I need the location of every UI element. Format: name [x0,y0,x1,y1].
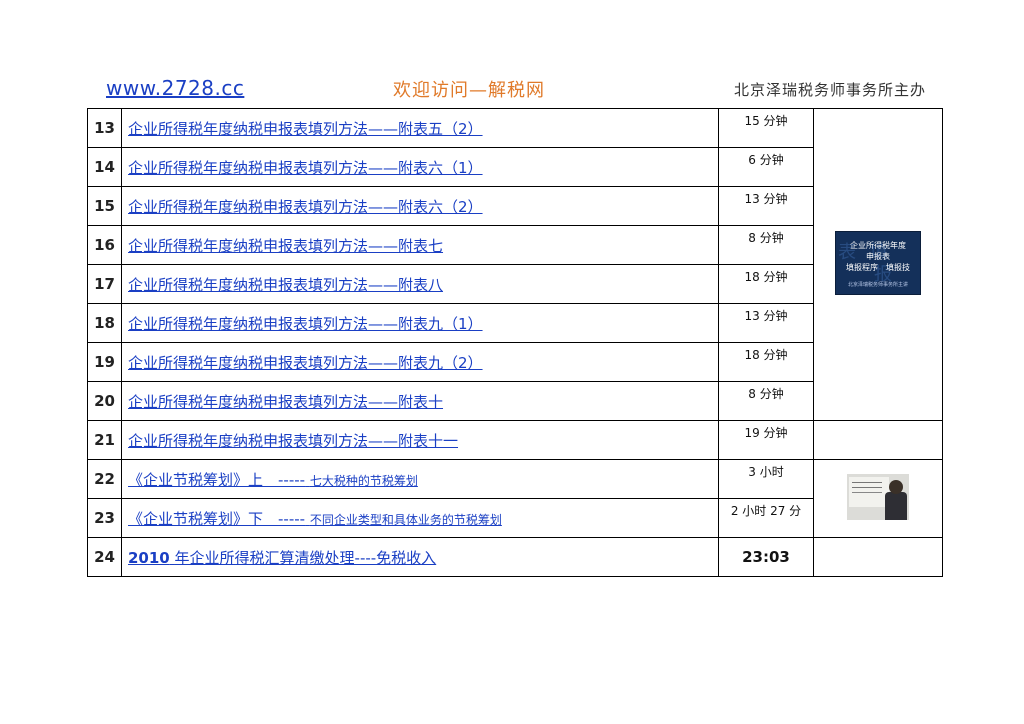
thumbnail-line: 填报程序 填报技 [846,262,910,272]
row-number: 13 [87,108,122,148]
duration: 13 分钟 [718,186,814,226]
course-link[interactable]: 企业所得税年度纳税申报表填列方法——附表六（1） [128,159,483,177]
table-row: 13 企业所得税年度纳税申报表填列方法——附表五（2） 15 分钟 表 填 报 … [87,108,943,421]
course-title-cell: 企业所得税年度纳税申报表填列方法——附表九（2） [121,342,719,382]
site-link[interactable]: www.2728.cc [106,76,244,100]
course-title-cell: 企业所得税年度纳税申报表填列方法——附表五（2） [121,108,719,148]
course-link[interactable]: 2010 年企业所得税汇算清缴处理----免税收入 [128,549,436,567]
table-row: 22 《企业节税筹划》上 ----- 七大税种的节税筹划 3 小时 [87,459,943,538]
duration: 19 分钟 [718,420,814,460]
course-title-cell: 企业所得税年度纳税申报表填列方法——附表十一 [121,420,719,460]
course-title-cell: 企业所得税年度纳税申报表填列方法——附表十 [121,381,719,421]
course-link[interactable]: 企业所得税年度纳税申报表填列方法——附表九（2） [128,354,483,372]
course-link[interactable]: 企业所得税年度纳税申报表填列方法——附表十一 [128,432,458,450]
row-number: 21 [87,420,122,460]
course-link[interactable]: 企业所得税年度纳税申报表填列方法——附表八 [128,276,443,294]
course-title-cell: 企业所得税年度纳税申报表填列方法——附表九（1） [121,303,719,343]
course-title-main: 《企业节税筹划》上 ----- [128,470,306,489]
table-row: 21 企业所得税年度纳税申报表填列方法——附表十一 19 分钟 [87,420,943,460]
course-table: 13 企业所得税年度纳税申报表填列方法——附表五（2） 15 分钟 表 填 报 … [87,108,943,577]
duration: 8 分钟 [718,381,814,421]
course-subtitle: 不同企业类型和具体业务的节税筹划 [309,512,502,527]
course-title-cell: 企业所得税年度纳税申报表填列方法——附表七 [121,225,719,265]
duration: 8 分钟 [718,225,814,265]
course-link[interactable]: 企业所得税年度纳税申报表填列方法——附表六（2） [128,198,483,216]
duration: 23:03 [718,537,814,577]
course-link[interactable]: 企业所得税年度纳税申报表填列方法——附表十 [128,393,443,411]
page-header: www.2728.cc 欢迎访问—解税网 北京泽瑞税务师事务所主办 [106,76,926,102]
row-number: 22 [87,459,122,499]
welcome-text: 欢迎访问—解税网 [393,80,545,101]
row-number: 19 [87,342,122,382]
thumbnail-line: 企业所得税年度 [850,240,906,250]
lecturer-body-shape [885,491,907,520]
course-title-cell: 《企业节税筹划》上 ----- 七大税种的节税筹划 [121,459,719,499]
thumbnail-text: 企业所得税年度 申报表 填报程序 填报技 [836,240,920,273]
course-title-rest: 年企业所得税汇算清缴处理----免税收入 [174,548,437,567]
row-number: 14 [87,147,122,187]
lecture-photo-thumbnail[interactable] [847,473,909,520]
row-number: 16 [87,225,122,265]
row-number: 15 [87,186,122,226]
host-text: 北京泽瑞税务师事务所主办 [733,81,926,99]
thumbnail-line: 申报表 [866,251,890,261]
lecturer-head-shape [889,479,903,494]
row-number: 23 [87,498,122,538]
empty-thumbnail-cell [813,537,943,577]
duration: 6 分钟 [718,147,814,187]
course-subtitle: 七大税种的节税筹划 [309,473,418,488]
course-link[interactable]: 企业所得税年度纳税申报表填列方法——附表七 [128,237,443,255]
thumbnail-cell [813,459,943,538]
row-number: 17 [87,264,122,304]
row-number: 20 [87,381,122,421]
thumbnail-caption: 北京泽瑞税务师事务所主讲 [847,281,908,288]
course-title-cell: 企业所得税年度纳税申报表填列方法——附表六（1） [121,147,719,187]
thumbnail-cell: 表 填 报 企业所得税年度 申报表 填报程序 填报技 北京泽瑞税务师事务所主讲 [813,108,943,421]
course-link[interactable]: 企业所得税年度纳税申报表填列方法——附表九（1） [128,315,483,333]
duration: 18 分钟 [718,342,814,382]
duration: 15 分钟 [718,108,814,148]
whiteboard-writing-shape [852,481,882,483]
course-title-main: 《企业节税筹划》下 ----- [128,509,306,528]
empty-thumbnail-cell [813,420,943,460]
duration: 18 分钟 [718,264,814,304]
course-link[interactable]: 企业所得税年度纳税申报表填列方法——附表五（2） [128,120,483,138]
course-title-cell: 企业所得税年度纳税申报表填列方法——附表八 [121,264,719,304]
course-title-cell: 企业所得税年度纳税申报表填列方法——附表六（2） [121,186,719,226]
course-title-cell: 2010 年企业所得税汇算清缴处理----免税收入 [121,537,719,577]
course-link[interactable]: 《企业节税筹划》下 ----- 不同企业类型和具体业务的节税筹划 [128,510,502,528]
duration: 13 分钟 [718,303,814,343]
tax-form-thumbnail[interactable]: 表 填 报 企业所得税年度 申报表 填报程序 填报技 北京泽瑞税务师事务所主讲 [835,230,921,295]
course-title-cell: 《企业节税筹划》下 ----- 不同企业类型和具体业务的节税筹划 [121,498,719,538]
course-title-year: 2010 [128,548,170,567]
course-link[interactable]: 《企业节税筹划》上 ----- 七大税种的节税筹划 [128,471,418,489]
duration: 3 小时 [718,459,814,499]
duration: 2 小时 27 分 [718,498,814,538]
table-row: 24 2010 年企业所得税汇算清缴处理----免税收入 23:03 [87,537,943,577]
row-number: 18 [87,303,122,343]
row-number: 24 [87,537,122,577]
